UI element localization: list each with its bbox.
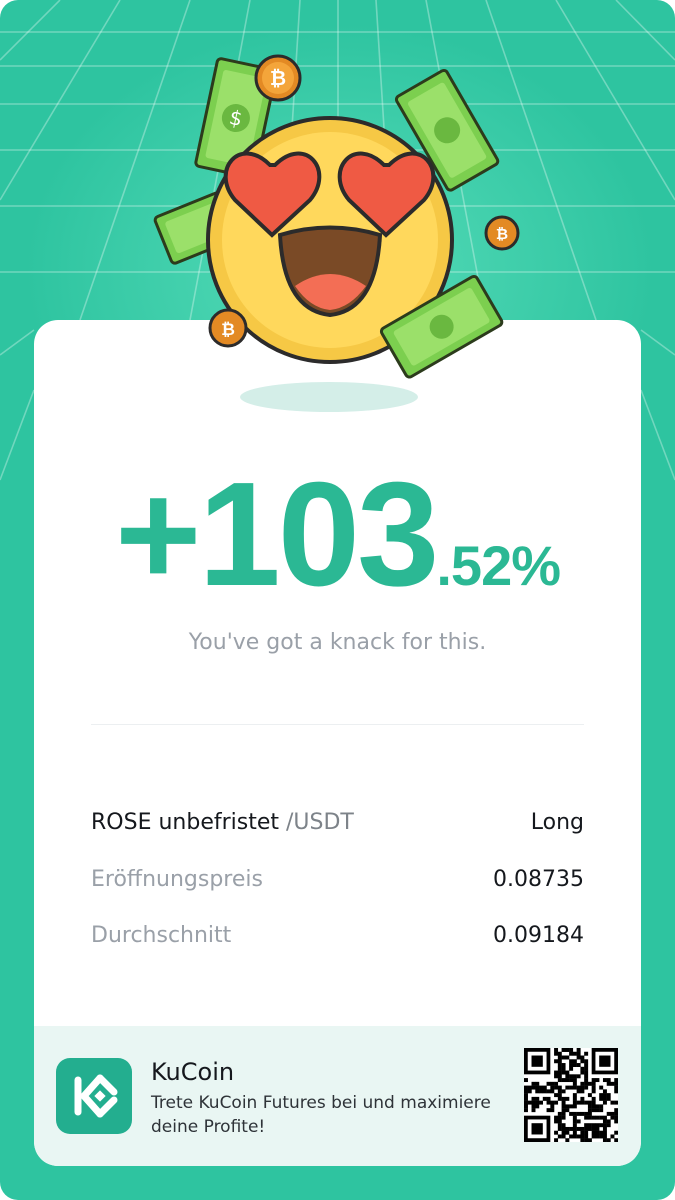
svg-text:₿: ₿ xyxy=(221,320,235,340)
footer-cta-text: Trete KuCoin Futures bei und maximiere d… xyxy=(151,1093,491,1137)
pnl-percentage: +103.52% xyxy=(34,460,641,610)
svg-text:₿: ₿ xyxy=(270,66,286,90)
entry-price-label: Eröffnungspreis xyxy=(91,867,263,892)
position-side: Long xyxy=(530,810,584,835)
brand-name: KuCoin xyxy=(151,1058,235,1086)
bitcoin-coin-icon: ₿ xyxy=(208,308,248,348)
entry-price-row: Eröffnungspreis 0.08735 xyxy=(91,867,584,892)
result-card: +103.52% You've got a knack for this. RO… xyxy=(34,320,641,1166)
pair-quote: /USDT xyxy=(286,810,354,835)
footer-banner[interactable]: KuCoin Trete KuCoin Futures bei und maxi… xyxy=(34,1026,641,1166)
qr-code-icon[interactable] xyxy=(524,1048,618,1142)
share-card-frame: +103.52% You've got a knack for this. RO… xyxy=(0,0,675,1200)
pair-row: ROSE unbefristet /USDT Long xyxy=(91,810,584,835)
divider xyxy=(91,724,584,725)
pnl-percentage-integer: +103 xyxy=(114,452,439,617)
tagline: You've got a knack for this. xyxy=(188,630,487,655)
bitcoin-coin-icon: ₿ xyxy=(484,215,520,251)
pnl-percentage-decimal: .52% xyxy=(436,534,561,597)
average-price-row: Durchschnitt 0.09184 xyxy=(91,923,584,948)
average-price-label: Durchschnitt xyxy=(91,923,232,948)
kucoin-logo-icon[interactable] xyxy=(56,1058,132,1134)
svg-text:₿: ₿ xyxy=(496,225,508,243)
heart-eyes-emoji-illustration: $ ₿ ₿ ₿ xyxy=(153,54,520,379)
pair-main: ROSE unbefristet xyxy=(91,810,279,835)
pair-name: ROSE unbefristet /USDT xyxy=(91,810,354,835)
bitcoin-coin-icon: ₿ xyxy=(254,54,302,102)
average-price-value: 0.09184 xyxy=(493,923,584,948)
entry-price-value: 0.08735 xyxy=(493,867,584,892)
